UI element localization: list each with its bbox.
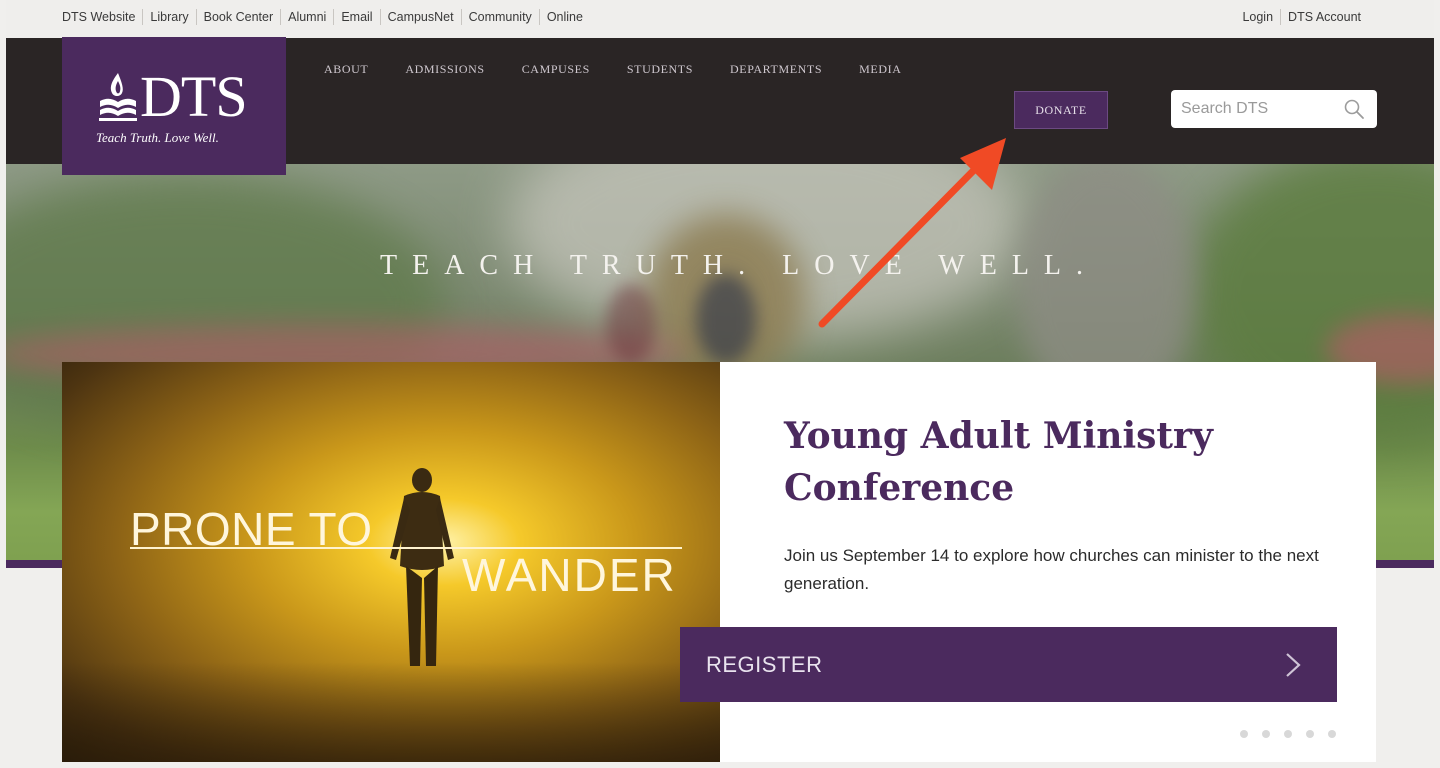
utility-link-library[interactable]: Library: [142, 9, 195, 25]
feature-title[interactable]: Young Adult Ministry Conference: [784, 410, 1304, 514]
dts-account-link[interactable]: DTS Account: [1280, 9, 1368, 25]
carousel-dots: [1240, 730, 1350, 738]
nav-item-departments[interactable]: DEPARTMENTS: [730, 62, 822, 77]
login-link[interactable]: Login: [1242, 9, 1280, 25]
walking-figure-illustration: [390, 468, 454, 666]
utility-link-campusnet[interactable]: CampusNet: [379, 9, 461, 25]
utility-link-dts-website[interactable]: DTS Website: [62, 9, 142, 25]
main-nav: ABOUT ADMISSIONS CAMPUSES STUDENTS DEPAR…: [324, 62, 938, 77]
annotation-arrow-icon: [818, 138, 1006, 328]
nav-item-campuses[interactable]: CAMPUSES: [522, 62, 590, 77]
nav-item-students[interactable]: STUDENTS: [627, 62, 693, 77]
carousel-dot[interactable]: [1240, 730, 1248, 738]
nav-item-media[interactable]: MEDIA: [859, 62, 901, 77]
feature-image-line-2: WANDER: [462, 549, 677, 601]
feature-image[interactable]: PRONE TO WANDER: [62, 362, 720, 762]
nav-item-about[interactable]: ABOUT: [324, 62, 368, 77]
carousel-dot[interactable]: [1284, 730, 1292, 738]
donate-button[interactable]: DONATE: [1014, 91, 1108, 129]
utility-links: DTS Website Library Book Center Alumni E…: [62, 9, 590, 25]
utility-bar: DTS Website Library Book Center Alumni E…: [6, 0, 1434, 38]
utility-link-email[interactable]: Email: [333, 9, 379, 25]
utility-link-alumni[interactable]: Alumni: [280, 9, 333, 25]
search-box: [1171, 90, 1377, 128]
utility-link-online[interactable]: Online: [538, 9, 590, 25]
carousel-dot[interactable]: [1262, 730, 1270, 738]
feature-panel: Young Adult Ministry Conference Join us …: [720, 362, 1376, 762]
logo-wordmark: DTS: [98, 64, 248, 129]
utility-link-book-center[interactable]: Book Center: [195, 9, 280, 25]
register-label: REGISTER: [706, 651, 823, 677]
account-links: Login DTS Account: [1242, 9, 1368, 25]
search-input[interactable]: [1181, 100, 1331, 118]
utility-link-community[interactable]: Community: [460, 9, 539, 25]
register-button[interactable]: REGISTER: [680, 627, 1337, 702]
logo-text: DTS: [140, 64, 248, 129]
logo-tagline: Teach Truth. Love Well.: [96, 130, 219, 145]
search-icon[interactable]: [1343, 98, 1365, 120]
carousel-dot[interactable]: [1306, 730, 1314, 738]
site-logo[interactable]: DTS Teach Truth. Love Well.: [62, 37, 286, 175]
nav-item-admissions[interactable]: ADMISSIONS: [405, 62, 484, 77]
feature-description: Join us September 14 to explore how chur…: [784, 546, 1319, 593]
chevron-right-icon: [1286, 653, 1301, 677]
flame-book-icon: [99, 73, 137, 121]
carousel-dot[interactable]: [1328, 730, 1336, 738]
